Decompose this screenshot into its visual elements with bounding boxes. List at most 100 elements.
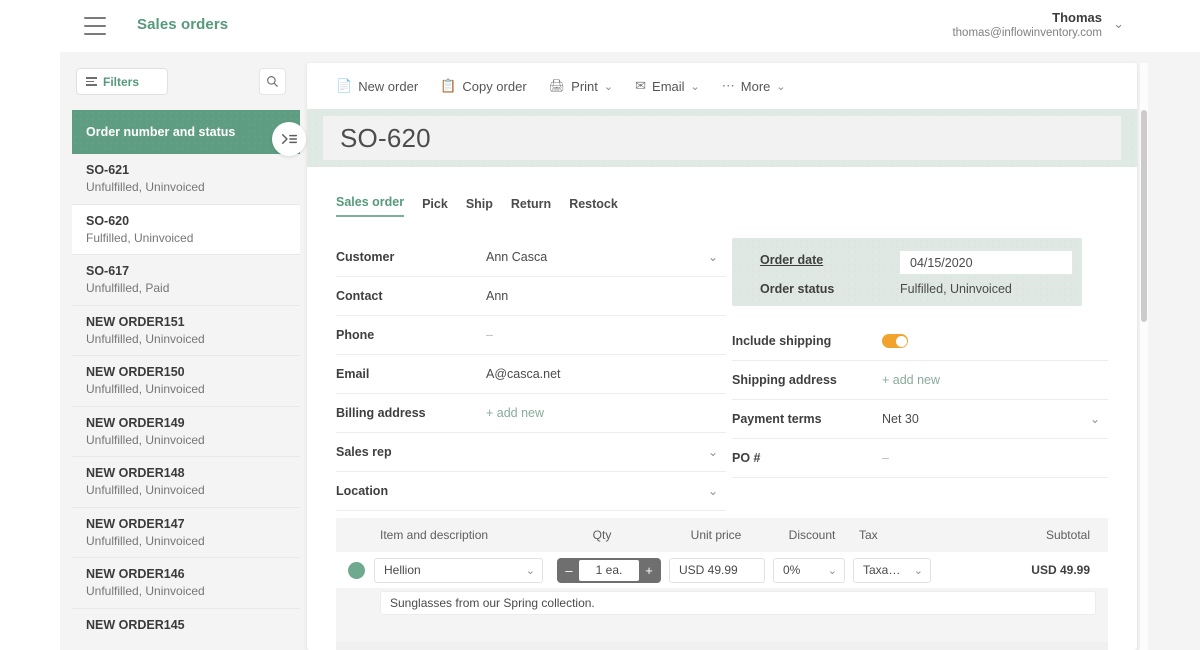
order-status: Fulfilled, Uninvoiced bbox=[86, 230, 194, 245]
order-id: NEW ORDER147 bbox=[86, 516, 185, 531]
field-value: – bbox=[882, 451, 889, 465]
field-label: Contact bbox=[336, 289, 383, 303]
search-icon bbox=[267, 76, 278, 87]
field-value[interactable]: + add new bbox=[486, 406, 544, 420]
field-value: Ann bbox=[486, 289, 509, 303]
include-shipping-toggle[interactable] bbox=[882, 334, 908, 348]
user-name: Thomas bbox=[1052, 10, 1102, 25]
form-row[interactable]: Customer Ann Casca ⌄ bbox=[336, 238, 726, 277]
form-row: Email A@casca.net bbox=[336, 355, 726, 394]
form-row[interactable]: Sales rep ⌄ bbox=[336, 433, 726, 472]
hamburger-icon[interactable] bbox=[84, 17, 106, 35]
order-tabs[interactable]: Sales order Pick Ship Return Restock bbox=[336, 195, 618, 217]
item-select[interactable]: Hellion ⌄ bbox=[374, 557, 543, 583]
order-id: SO-620 bbox=[86, 213, 130, 228]
quantity-input[interactable]: 1 ea. bbox=[579, 559, 639, 581]
email-button[interactable]: ✉ Email ⌄ bbox=[635, 78, 700, 94]
chevron-down-icon: ⌄ bbox=[827, 564, 837, 577]
field-label: Payment terms bbox=[732, 412, 822, 426]
order-id: NEW ORDER145 bbox=[86, 617, 185, 632]
collapse-panel-icon bbox=[281, 134, 297, 144]
column-header-qty: Qty bbox=[592, 528, 612, 542]
chevron-down-icon[interactable]: ⌄ bbox=[708, 250, 718, 264]
field-label: Shipping address bbox=[732, 373, 837, 387]
list-item[interactable]: NEW ORDER145 bbox=[72, 608, 300, 650]
email-label: Email bbox=[652, 78, 685, 94]
field-value: Net 30 bbox=[882, 412, 919, 426]
order-id: SO-621 bbox=[86, 163, 130, 177]
more-label: More bbox=[740, 78, 771, 94]
filters-button[interactable]: Filters bbox=[76, 68, 168, 95]
discount-value: 0% bbox=[783, 563, 801, 577]
order-status: Unfulfilled, Uninvoiced bbox=[86, 432, 205, 447]
field-label: Billing address bbox=[336, 406, 426, 420]
field-label: Sales rep bbox=[336, 445, 392, 459]
list-item[interactable]: NEW ORDER146 Unfulfilled, Uninvoiced bbox=[72, 558, 300, 609]
order-toolbar: 📄 New order 📋 Copy order 🖨 Print ⌄ ✉ Ema… bbox=[307, 63, 1137, 109]
chevron-down-icon: ⌄ bbox=[525, 564, 535, 577]
envelope-icon: ✉ bbox=[635, 78, 647, 93]
tab-ship[interactable]: Ship bbox=[466, 197, 493, 217]
item-status-dot-icon[interactable] bbox=[348, 561, 365, 579]
form-row[interactable]: Location ⌄ bbox=[336, 472, 726, 511]
order-id: NEW ORDER150 bbox=[86, 365, 185, 379]
tax-select[interactable]: Taxa… ⌄ bbox=[853, 557, 931, 583]
field-label: Customer bbox=[336, 250, 395, 264]
form-row[interactable]: Include shipping bbox=[732, 322, 1108, 361]
order-list[interactable]: SO-621 Unfulfilled, Uninvoiced SO-620 Fulfi… bbox=[72, 154, 300, 650]
order-id: SO-617 bbox=[86, 264, 130, 278]
chevron-down-icon[interactable]: ⌄ bbox=[708, 484, 718, 498]
tab-restock[interactable]: Restock bbox=[569, 197, 618, 217]
order-status: Unfulfilled, Uninvoiced bbox=[86, 382, 205, 396]
line-item-description-value: Sunglasses from our Spring collection. bbox=[390, 596, 595, 610]
column-header-discount: Discount bbox=[788, 528, 836, 542]
quantity-decrement-button[interactable]: – bbox=[559, 560, 579, 581]
sidebar: Filters Order number and status SO-621 Un… bbox=[60, 52, 356, 650]
form-row[interactable]: Payment terms Net 30 ⌄ bbox=[732, 400, 1108, 439]
list-item[interactable]: NEW ORDER149 Unfulfilled, Uninvoiced bbox=[72, 406, 300, 457]
unit-price-input[interactable]: USD 49.99 bbox=[669, 557, 765, 583]
list-item[interactable]: NEW ORDER151 Unfulfilled, Uninvoiced bbox=[72, 305, 300, 356]
chevron-down-icon[interactable]: ⌄ bbox=[708, 445, 718, 459]
order-id: NEW ORDER148 bbox=[86, 466, 185, 480]
collapse-panel-button[interactable] bbox=[272, 122, 306, 156]
list-item[interactable]: NEW ORDER150 Unfulfilled, Uninvoiced bbox=[72, 356, 300, 407]
tab-sales-order[interactable]: Sales order bbox=[336, 195, 405, 217]
field-value[interactable]: + add new bbox=[882, 373, 940, 387]
tab-return[interactable]: Return bbox=[511, 197, 551, 217]
list-item[interactable]: NEW ORDER148 Unfulfilled, Uninvoiced bbox=[72, 457, 300, 508]
order-status: Unfulfilled, Uninvoiced bbox=[86, 483, 205, 497]
main-scrollbar-thumb[interactable] bbox=[1141, 110, 1147, 322]
chevron-down-icon[interactable]: ⌄ bbox=[1113, 16, 1124, 32]
copy-order-button[interactable]: 📋 Copy order bbox=[440, 78, 527, 94]
search-button[interactable] bbox=[259, 68, 286, 95]
order-number-input[interactable]: SO-620 bbox=[323, 116, 1121, 160]
line-items-table: Item and description Qty Unit price Disc… bbox=[336, 518, 1108, 650]
order-status: Unfulfilled, Paid bbox=[86, 281, 170, 295]
chevron-down-icon: ⌄ bbox=[603, 80, 614, 93]
column-header-item: Item and description bbox=[380, 528, 489, 542]
user-email: thomas@inflowinventory.com bbox=[952, 27, 1102, 39]
order-form-left: Customer Ann Casca ⌄ Contact Ann Phone – Email A… bbox=[336, 238, 726, 511]
quantity-stepper[interactable]: – 1 ea. + bbox=[557, 557, 661, 583]
tab-pick[interactable]: Pick bbox=[422, 197, 448, 217]
more-button[interactable]: ⋯ More ⌄ bbox=[722, 78, 786, 94]
order-id: NEW ORDER149 bbox=[86, 415, 185, 430]
order-list-header: Order number and status bbox=[72, 110, 300, 154]
table-row[interactable]: Hellion ⌄ – 1 ea. + USD 49.99 0% ⌄ Taxa… bbox=[336, 552, 1108, 588]
list-item[interactable]: SO-621 Unfulfilled, Uninvoiced bbox=[72, 154, 300, 205]
list-item[interactable]: NEW ORDER147 Unfulfilled, Uninvoiced bbox=[72, 507, 300, 558]
list-item[interactable]: SO-620 Fulfilled, Uninvoiced bbox=[72, 204, 300, 255]
line-items-footer bbox=[336, 642, 1108, 650]
print-button[interactable]: 🖨 Print ⌄ bbox=[549, 78, 613, 94]
order-form-right: Include shipping Shipping address + add ne… bbox=[732, 238, 1108, 478]
new-order-button[interactable]: 📄 New order bbox=[336, 78, 418, 94]
field-value: – bbox=[486, 328, 493, 342]
quantity-increment-button[interactable]: + bbox=[639, 560, 659, 581]
document-icon: 📄 bbox=[336, 78, 353, 93]
list-item[interactable]: SO-617 Unfulfilled, Paid bbox=[72, 255, 300, 306]
chevron-down-icon[interactable]: ⌄ bbox=[1090, 412, 1100, 426]
line-item-description-input[interactable]: Sunglasses from our Spring collection. bbox=[380, 591, 1096, 615]
discount-select[interactable]: 0% ⌄ bbox=[773, 557, 845, 583]
order-id: NEW ORDER151 bbox=[86, 314, 185, 329]
